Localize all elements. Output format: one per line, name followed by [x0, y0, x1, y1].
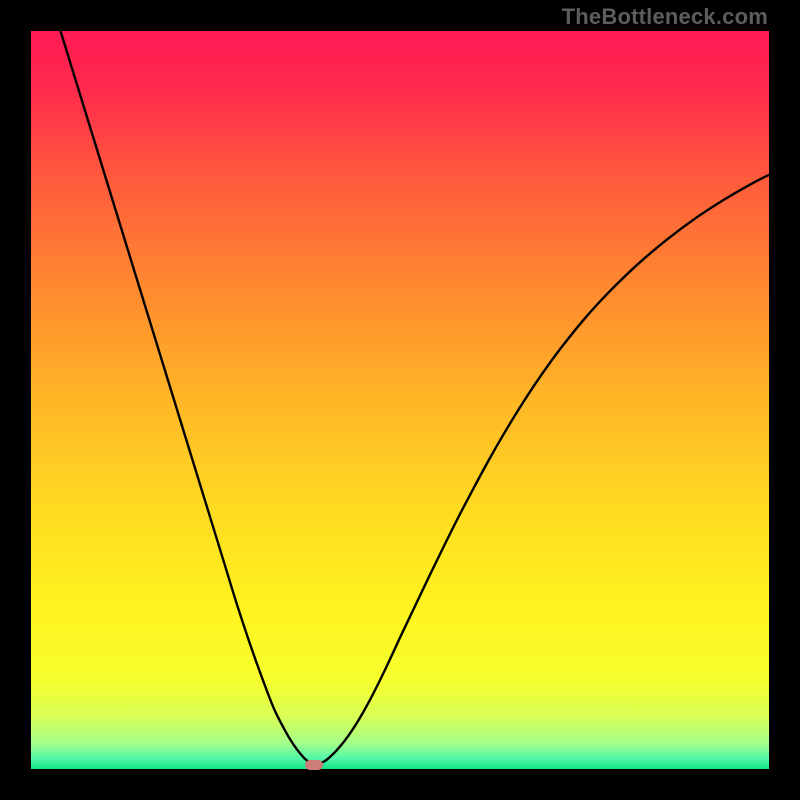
bottleneck-curve: [31, 31, 769, 769]
minimum-marker: [305, 760, 323, 770]
curve-path: [61, 31, 769, 765]
plot-area: [31, 31, 769, 769]
chart-frame: TheBottleneck.com: [0, 0, 800, 800]
watermark-text: TheBottleneck.com: [562, 4, 768, 30]
